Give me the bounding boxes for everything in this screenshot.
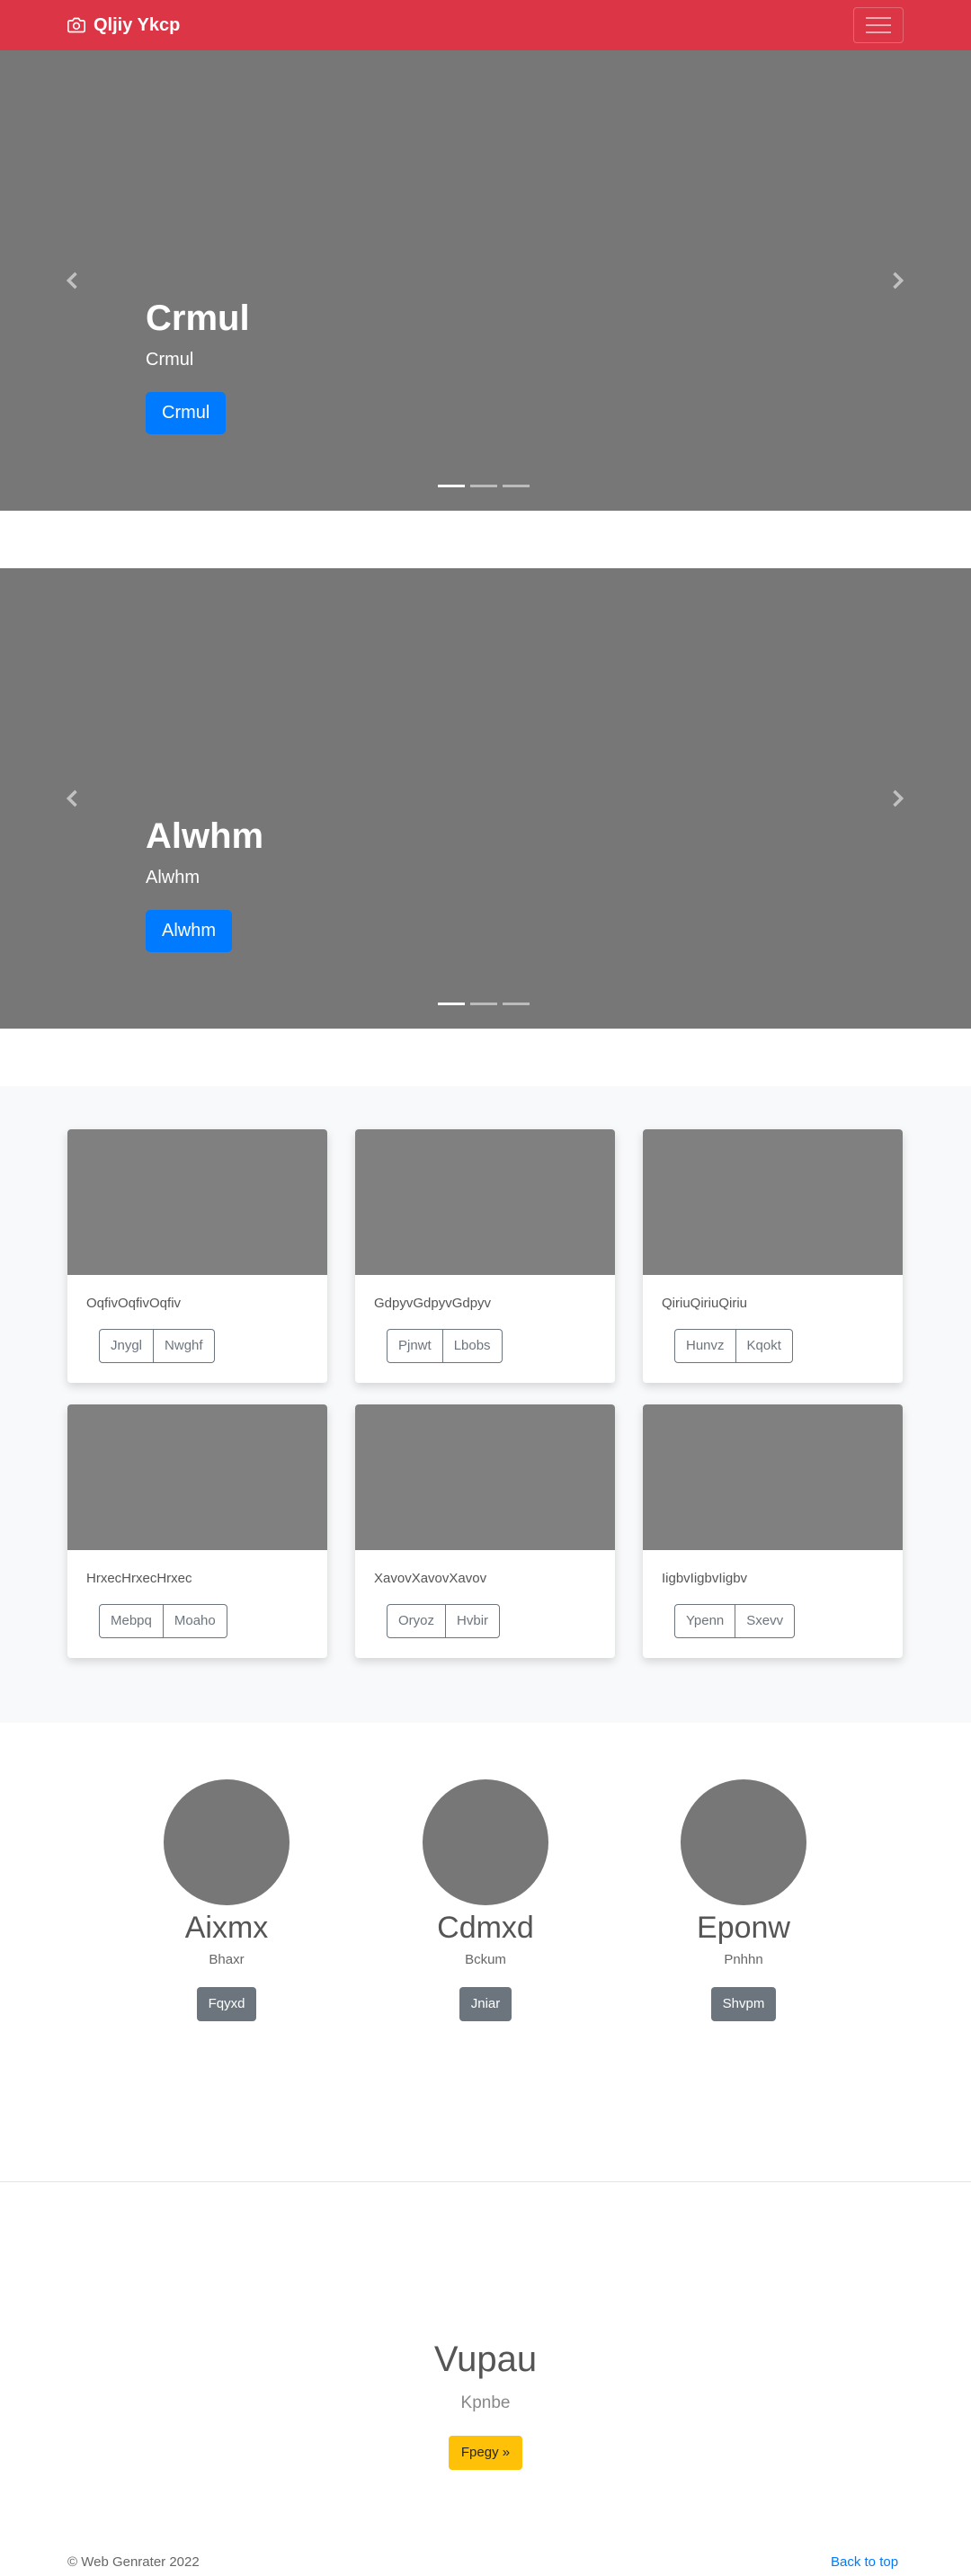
card-button-group: Hunvz Kqokt [674,1329,793,1363]
card-text: IigbvIigbvIigbv [662,1571,748,1586]
feature-button[interactable]: Fpegy » [448,2436,523,2470]
card-text: QiriuQiriuQiriu [662,1296,748,1311]
album-card: GdpyvGdpyvGdpyv Pjnwt Lbobs [355,1129,615,1383]
card-button-group: Oryoz Hvbir [387,1604,501,1638]
card-image-placeholder [355,1129,615,1275]
avatar [164,1779,290,1905]
card-button[interactable]: Oryoz [387,1604,447,1638]
slide-subtitle: Alwhm [146,868,200,887]
card-text: OqfivOqfivOqfiv [86,1296,182,1311]
card-button[interactable]: Kqokt [735,1329,793,1363]
carousel-next-button[interactable] [885,786,910,811]
card-text: GdpyvGdpyvGdpyv [374,1296,492,1311]
indicator-3[interactable] [503,485,530,487]
album-card: OqfivOqfivOqfiv Jnygl Nwghf [67,1129,327,1383]
person-role: Pnhhn [724,1952,763,1967]
footer-copyright: © Web Genrater 2022 [67,2554,200,2570]
album-card: HrxecHrxecHrxec Mebpq Moaho [67,1404,327,1658]
feature-title: Vupau [433,2340,538,2379]
card-button-group: Pjnwt Lbobs [387,1329,503,1363]
card-text: XavovXavovXavov [374,1571,487,1586]
feature-section: Vupau Kpnbe Fpegy » [0,2338,971,2470]
slide-title: Alwhm [146,816,264,856]
card-image-placeholder [355,1404,615,1550]
person-column: Cdmxd Bckum Jniar [396,1779,575,2021]
navbar-toggler[interactable] [853,7,904,43]
card-image-placeholder [67,1129,327,1275]
card-button[interactable]: Sxevv [735,1604,796,1638]
person-column: Eponw Pnhhn Shvpm [654,1779,833,2021]
person-column: Aixmx Bhaxr Fqyxd [137,1779,316,2021]
album-card: IigbvIigbvIigbv Ypenn Sxevv [643,1404,903,1658]
carousel-caption: Crmul Crmul Crmul [146,297,250,434]
avatar [423,1779,548,1905]
card-button[interactable]: Ypenn [674,1604,736,1638]
featurette-divider [0,2181,971,2182]
navbar: Qljiy Ykcp [0,0,971,50]
person-role: Bckum [465,1952,506,1967]
carousel-next-button[interactable] [885,268,910,293]
card-button[interactable]: Hunvz [674,1329,736,1363]
person-name: Eponw [697,1911,790,1945]
card-button[interactable]: Nwghf [153,1329,215,1363]
back-to-top-link[interactable]: Back to top [831,2554,898,2570]
person-role: Bhaxr [209,1952,245,1967]
slide-subtitle: Crmul [146,350,194,370]
avatar [681,1779,806,1905]
card-button[interactable]: Jnygl [99,1329,155,1363]
slide-button[interactable]: Crmul [146,392,227,434]
carousel-indicators [438,485,530,487]
card-image-placeholder [67,1404,327,1550]
card-button-group: Jnygl Nwghf [99,1329,215,1363]
carousel-prev-button[interactable] [60,268,85,293]
person-button[interactable]: Shvpm [710,1987,777,2021]
album-card: QiriuQiriuQiriu Hunvz Kqokt [643,1129,903,1383]
indicator-2[interactable] [470,485,497,487]
album-section: OqfivOqfivOqfiv Jnygl Nwghf GdpyvGdpyvGd… [0,1086,971,1723]
card-button-group: Mebpq Moaho [99,1604,227,1638]
carousel-2: Alwhm Alwhm Alwhm [0,568,971,1029]
chevron-left-icon [66,272,77,290]
carousel-1: Crmul Crmul Crmul [0,50,971,511]
indicator-1[interactable] [438,1003,465,1005]
slide-title: Crmul [146,299,250,338]
album-card: XavovXavovXavov Oryoz Hvbir [355,1404,615,1658]
carousel-indicators [438,1003,530,1005]
chevron-left-icon [66,789,77,807]
chevron-right-icon [893,272,904,290]
carousel-caption: Alwhm Alwhm Alwhm [146,815,263,952]
card-button[interactable]: Mebpq [99,1604,164,1638]
chevron-right-icon [893,789,904,807]
person-button[interactable]: Jniar [459,1987,512,2021]
indicator-1[interactable] [438,485,465,487]
person-name: Aixmx [184,1911,269,1945]
brand-label: Qljiy Ykcp [94,14,181,35]
card-image-placeholder [643,1129,903,1275]
hamburger-menu-icon [866,17,891,19]
camera-icon [67,17,85,33]
slide-button[interactable]: Alwhm [146,910,233,952]
card-button[interactable]: Hvbir [445,1604,501,1638]
card-image-placeholder [643,1404,903,1550]
card-button[interactable]: Lbobs [441,1329,503,1363]
indicator-2[interactable] [470,1003,497,1005]
card-button[interactable]: Pjnwt [387,1329,443,1363]
card-button[interactable]: Moaho [162,1604,227,1638]
indicator-3[interactable] [503,1003,530,1005]
card-button-group: Ypenn Sxevv [674,1604,796,1638]
person-name: Cdmxd [437,1911,534,1945]
feature-subtitle: Kpnbe [460,2393,511,2412]
person-button[interactable]: Fqyxd [196,1987,257,2021]
card-text: HrxecHrxecHrxec [86,1571,192,1586]
carousel-prev-button[interactable] [60,786,85,811]
navbar-brand[interactable]: Qljiy Ykcp [67,0,180,50]
